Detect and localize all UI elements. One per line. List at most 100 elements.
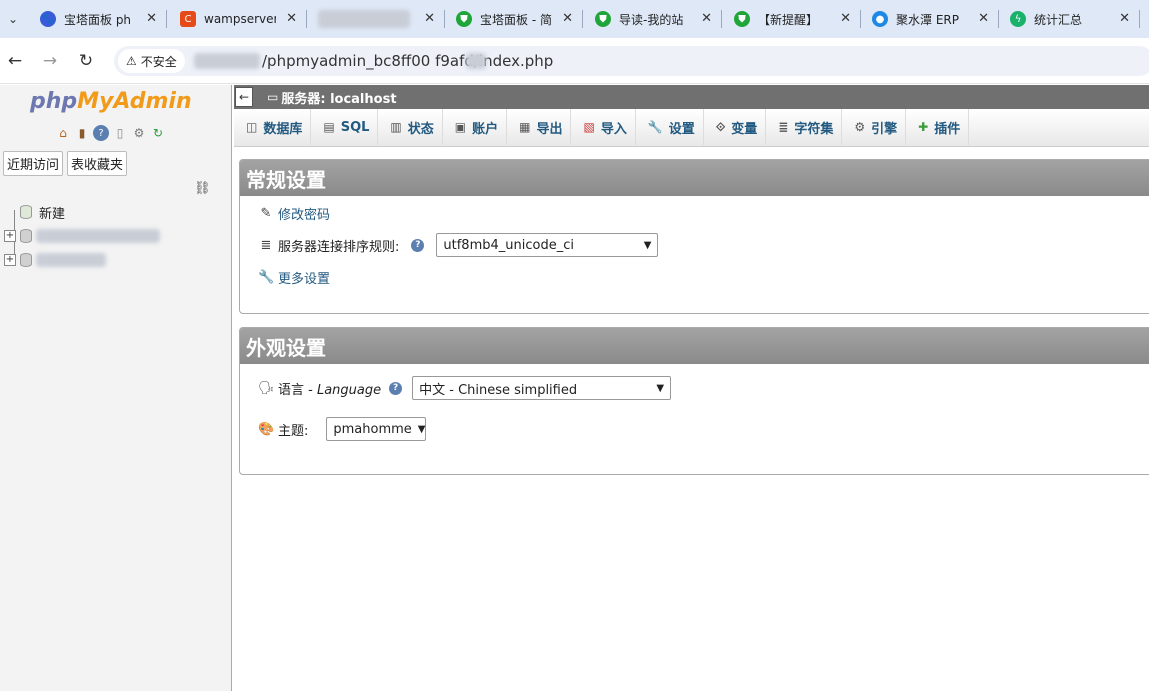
blurred-database-name: [36, 253, 106, 267]
browser-tab[interactable]: ⛊ 宝塔面板 - 简 ✕: [446, 0, 583, 38]
tree-database-item[interactable]: +: [4, 248, 160, 272]
database-icon: [20, 253, 32, 267]
import-icon: ▧: [583, 120, 595, 134]
address-bar: ← → ↻ ⚠ 不安全 /phpmyadmin_bc8ff00 f9afd/in…: [0, 38, 1149, 84]
menu-plugins[interactable]: ✚ 插件: [906, 109, 970, 145]
browser-tab[interactable]: ● 聚水潭 ERP ✕: [862, 0, 999, 38]
change-password-icon: ✎: [260, 206, 272, 221]
forward-arrow-icon[interactable]: →: [39, 50, 61, 72]
security-chip[interactable]: ⚠ 不安全: [118, 49, 185, 73]
refresh-icon[interactable]: ↻: [150, 125, 166, 141]
close-tab-icon[interactable]: ✕: [701, 11, 712, 26]
warning-triangle-icon: ⚠: [126, 54, 137, 68]
wrench-icon: 🔧: [647, 120, 663, 134]
general-settings-title: 常规设置: [240, 160, 1149, 196]
left-navigation: phpMyAdmin ⌂ ▮ ? ▯ ⚙ ↻ 近期访问 表收藏夹 ⛓ 新建 + …: [0, 85, 232, 691]
wrench-icon: 🔧: [258, 270, 275, 285]
theme-label: 主题:: [278, 423, 309, 439]
settings-gear-icon[interactable]: ⚙: [131, 125, 147, 141]
docs-icon[interactable]: ▯: [112, 125, 128, 141]
main-content: ← ▭ 服务器: localhost ◫ 数据库 ▤ SQL ▥ 状态 ▣ 账户 ▦ 导出…: [234, 85, 1149, 691]
close-tab-icon[interactable]: ✕: [840, 11, 851, 26]
browser-tab[interactable]: ⛊ 导读-我的站 ✕: [585, 0, 722, 38]
collapse-nav-arrow-icon[interactable]: ←: [235, 87, 253, 107]
menu-engines[interactable]: ⚙ 引擎: [842, 109, 907, 145]
close-tab-icon[interactable]: ✕: [286, 11, 297, 26]
back-arrow-icon[interactable]: ←: [4, 50, 26, 72]
charset-icon: ≣: [778, 120, 789, 134]
close-tab-icon[interactable]: ✕: [1119, 11, 1130, 26]
reload-icon[interactable]: ↻: [75, 50, 97, 72]
database-icon: [20, 229, 32, 243]
menu-sql[interactable]: ▤ SQL: [311, 109, 379, 145]
menu-accounts[interactable]: ▣ 账户: [443, 109, 508, 145]
expand-plus-icon[interactable]: +: [4, 230, 16, 242]
collation-label: 服务器连接排序规则:: [278, 239, 400, 255]
menu-import[interactable]: ▧ 导入: [571, 109, 636, 145]
variables-icon: ⟐: [715, 119, 726, 134]
server-icon: ▭: [267, 90, 279, 104]
menu-settings[interactable]: 🔧 设置: [636, 109, 704, 145]
server-breadcrumb[interactable]: ▭ 服务器: localhost: [267, 88, 397, 107]
phpmyadmin-logo[interactable]: phpMyAdmin: [30, 89, 192, 114]
collation-icon: ≣: [260, 237, 272, 253]
plugin-icon: ✚: [918, 120, 929, 134]
close-tab-icon[interactable]: ✕: [562, 11, 573, 26]
database-tree: 新建 + +: [4, 200, 160, 272]
shield-icon: ⛊: [734, 11, 750, 27]
language-label: 语言 - Language: [278, 382, 382, 398]
tree-new-database[interactable]: 新建: [4, 200, 160, 224]
blurred-tab-title: [318, 10, 410, 28]
shield-icon: ⛊: [456, 11, 472, 27]
sql-icon: ▤: [323, 120, 335, 134]
change-password-link[interactable]: 修改密码: [278, 204, 330, 223]
status-icon: ▥: [390, 120, 402, 134]
tab-search-chevron-icon[interactable]: ⌄: [0, 6, 26, 32]
theme-select[interactable]: pmahomme ▼: [326, 417, 427, 441]
new-database-icon: [20, 205, 32, 219]
close-tab-icon[interactable]: ✕: [146, 11, 157, 26]
link-chain-icon[interactable]: ⛓: [194, 181, 211, 196]
database-icon: ◫: [246, 120, 258, 134]
browser-tab-bar: ⌄ 🐾 宝塔面板 ph ✕ C wampserver ✕ ✕ ⛊ 宝塔面板 - …: [0, 0, 1149, 38]
top-menu: ◫ 数据库 ▤ SQL ▥ 状态 ▣ 账户 ▦ 导出 ▧ 导入 🔧 设置 ⟐ 变量 ≣ 字符集 ⚙…: [234, 109, 1149, 147]
collation-select[interactable]: utf8mb4_unicode_ci ▼: [436, 233, 659, 257]
expand-plus-icon[interactable]: +: [4, 254, 16, 266]
browser-tab[interactable]: ϟ 统计汇总 ✕: [1000, 0, 1140, 38]
browser-tab[interactable]: 🐾 宝塔面板 ph ✕: [30, 0, 167, 38]
theme-palette-icon: 🎨: [258, 421, 275, 437]
browser-tab[interactable]: C wampserver ✕: [170, 0, 307, 38]
menu-status[interactable]: ▥ 状态: [378, 109, 443, 145]
help-icon[interactable]: ?: [93, 125, 109, 141]
home-icon[interactable]: ⌂: [55, 125, 71, 141]
blurred-database-name: [36, 229, 160, 243]
close-tab-icon[interactable]: ✕: [978, 11, 989, 26]
chevron-down-icon: ▼: [417, 423, 426, 435]
language-select[interactable]: 中文 - Chinese simplified ▼: [412, 376, 672, 400]
server-breadcrumb-bar: ← ▭ 服务器: localhost: [234, 85, 1149, 109]
blurred-host: [194, 53, 260, 69]
accounts-icon: ▣: [454, 120, 467, 134]
menu-export[interactable]: ▦ 导出: [507, 109, 572, 145]
tree-database-item[interactable]: +: [4, 224, 160, 248]
browser-tab[interactable]: ✕: [308, 0, 445, 38]
appearance-settings-panel: 外观设置 🗣 语言 - Language ? 中文 - Chinese simp…: [239, 327, 1149, 475]
menu-databases[interactable]: ◫ 数据库: [234, 109, 312, 145]
favorite-tables-button[interactable]: 表收藏夹: [67, 151, 128, 176]
browser-tab[interactable]: ⛊ 【新提醒】 ✕: [724, 0, 861, 38]
logout-icon[interactable]: ▮: [74, 125, 90, 141]
appearance-settings-title: 外观设置: [240, 328, 1149, 364]
chevron-down-icon: ▼: [643, 239, 652, 251]
language-icon: 🗣: [258, 380, 275, 396]
recent-tables-button[interactable]: 近期访问: [3, 151, 64, 176]
menu-charsets[interactable]: ≣ 字符集: [766, 109, 843, 145]
language-help-icon[interactable]: ?: [389, 381, 403, 395]
url-field[interactable]: ⚠ 不安全 /phpmyadmin_bc8ff00 f9afd/index.ph…: [114, 46, 1149, 76]
shield-icon: ⛊: [595, 11, 611, 27]
paw-icon: 🐾: [40, 11, 56, 27]
menu-variables[interactable]: ⟐ 变量: [704, 109, 767, 145]
export-icon: ▦: [519, 120, 531, 134]
more-settings-link[interactable]: 更多设置: [278, 268, 330, 287]
close-tab-icon[interactable]: ✕: [424, 11, 435, 26]
collation-help-icon[interactable]: ?: [411, 238, 425, 252]
